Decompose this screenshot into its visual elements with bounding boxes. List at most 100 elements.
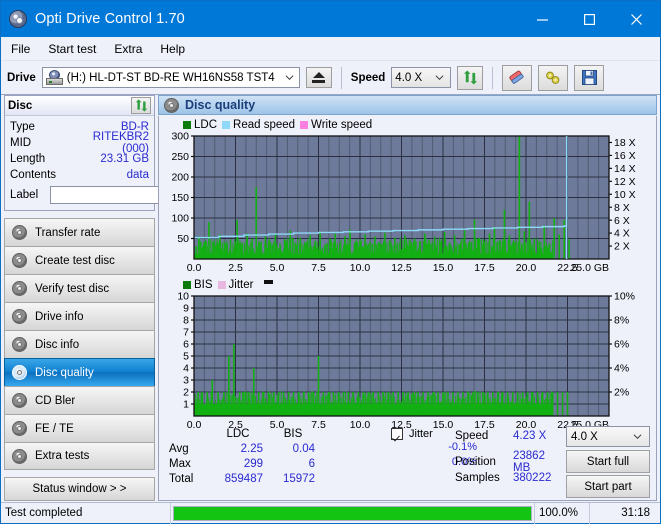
sidebar-item-cd-bler[interactable]: CD Bler <box>4 386 155 414</box>
sidebar-item-create-test-disc[interactable]: Create test disc <box>4 246 155 274</box>
jitter-checkbox[interactable] <box>391 427 403 440</box>
sidebar-item-label: FE / TE <box>35 422 74 435</box>
svg-text:15.0: 15.0 <box>433 262 454 274</box>
svg-text:16 X: 16 X <box>614 150 636 162</box>
jitter-label: Jitter <box>409 427 433 440</box>
start-part-button[interactable]: Start part <box>566 475 650 498</box>
svg-text:1: 1 <box>183 399 189 411</box>
disc-row-value: 23.31 GB <box>100 153 149 165</box>
sidebar-item-drive-info[interactable]: Drive info <box>4 302 155 330</box>
svg-text:150: 150 <box>171 192 189 204</box>
content-area: Disc Type BD-R MID RITEKBR2 (000) Length… <box>1 95 660 501</box>
svg-text:250: 250 <box>171 151 189 163</box>
run-position-value: 23862 MB <box>513 450 545 474</box>
menu-item-help[interactable]: Help <box>160 42 185 56</box>
disc-icon <box>12 253 27 268</box>
svg-text:20.0: 20.0 <box>516 262 537 274</box>
sidebar-item-verify-test-disc[interactable]: Verify test disc <box>4 274 155 302</box>
chevron-down-icon <box>435 73 444 82</box>
menu-item-start-test[interactable]: Start test <box>48 42 96 56</box>
legend-ldc: LDC <box>183 119 217 131</box>
start-full-button[interactable]: Start full <box>566 450 650 473</box>
svg-text:8%: 8% <box>614 315 629 327</box>
svg-text:12.5: 12.5 <box>391 262 412 274</box>
tools-button[interactable] <box>538 64 569 91</box>
legend-label: Write speed <box>311 119 373 131</box>
legend-bis: BIS <box>183 279 213 291</box>
disc-row-key: Contents <box>10 169 57 181</box>
legend-swatch-jitter <box>217 281 226 289</box>
svg-text:8: 8 <box>183 315 189 327</box>
sidebar-item-label: Disc quality <box>35 366 94 379</box>
sidebar-item-label: Transfer rate <box>35 226 101 239</box>
svg-text:5.0: 5.0 <box>270 262 285 274</box>
svg-text:3: 3 <box>183 375 189 387</box>
run-position-label: Position <box>455 456 496 468</box>
run-speed-value: 4.23 X <box>513 430 547 442</box>
bis-chart: 123456789102%4%6%8%10%0.0 2.5 5.0 7.5 10.0 12… <box>177 292 635 431</box>
test-speed-select[interactable]: 4.0 X <box>566 426 650 447</box>
save-icon <box>581 70 597 85</box>
menu-item-file[interactable]: File <box>11 42 30 56</box>
jitter-marker-icon <box>264 280 274 284</box>
svg-text:100: 100 <box>171 213 189 225</box>
speed-select-value: 4.0 X <box>395 71 423 84</box>
svg-text:2 X: 2 X <box>614 241 630 253</box>
legend-swatch-write-speed <box>300 121 309 129</box>
maximize-icon[interactable] <box>566 1 613 37</box>
disc-refresh-button[interactable] <box>131 97 151 114</box>
disc-icon <box>164 97 179 113</box>
eject-button[interactable] <box>305 67 332 88</box>
sidebar-item-fe-te[interactable]: FE / TE <box>4 414 155 442</box>
app-window: Opti Drive Control 1.70 File Start test … <box>0 0 661 524</box>
cell-ldc: 299 <box>243 457 263 470</box>
legend-label: LDC <box>194 119 218 131</box>
disc-row-key: MID <box>10 137 32 149</box>
minimize-icon[interactable] <box>519 1 566 37</box>
legend-label: BIS <box>194 279 213 291</box>
status-bar: Test completed 100.0% 31:18 <box>1 502 660 524</box>
svg-text:7: 7 <box>183 327 189 339</box>
svg-text:0.0: 0.0 <box>187 262 202 274</box>
drive-select[interactable]: (H:) HL-DT-ST BD-RE WH16NS58 TST4 <box>41 67 300 88</box>
status-window-button[interactable]: Status window > > <box>4 477 155 501</box>
table-header-row: LDC BIS <box>165 426 319 441</box>
menu-item-extra[interactable]: Extra <box>114 42 142 56</box>
disc-icon <box>12 281 27 296</box>
legend-write-speed: Write speed <box>300 119 372 131</box>
divider <box>340 66 342 89</box>
disc-quality-header: Disc quality <box>158 95 657 115</box>
save-button[interactable] <box>574 64 605 91</box>
sidebar-item-transfer-rate[interactable]: Transfer rate <box>4 218 155 246</box>
sidebar-item-disc-info[interactable]: Disc info <box>4 330 155 358</box>
table-row: Max 299 6 <box>165 456 319 471</box>
svg-text:25.0 GB: 25.0 GB <box>570 262 609 274</box>
erase-button[interactable] <box>502 64 533 91</box>
cell-bis: 0.04 <box>292 442 315 455</box>
sidebar-item-extra-tests[interactable]: Extra tests <box>4 442 155 470</box>
progress-track <box>173 505 532 521</box>
svg-text:2%: 2% <box>614 387 629 399</box>
disc-icon <box>12 448 27 464</box>
refresh-button[interactable] <box>457 65 484 90</box>
menu-bar: File Start test Extra Help <box>1 37 660 61</box>
disc-row-contents: Contents data <box>10 167 149 183</box>
svg-text:4: 4 <box>183 363 189 375</box>
close-icon[interactable] <box>613 1 660 37</box>
bottom-chart-legend: BIS Jitter <box>159 278 656 292</box>
row-label: Avg <box>169 442 189 455</box>
speed-select[interactable]: 4.0 X <box>391 67 452 88</box>
disc-row-value: RITEKBR2 (000) <box>92 131 149 155</box>
erase-icon <box>509 70 524 84</box>
svg-text:300: 300 <box>171 132 189 143</box>
ldc-chart: 50 100 150 200 250 300 2 X4 X6 X8 X10 X12 X14 … <box>171 132 636 274</box>
col-header-bis: BIS <box>283 427 303 440</box>
progress-fill <box>174 506 531 520</box>
run-samples-value: 380222 <box>513 472 552 484</box>
svg-text:9: 9 <box>183 303 189 315</box>
svg-text:2.5: 2.5 <box>228 262 243 274</box>
sidebar-item-disc-quality[interactable]: Disc quality <box>4 358 155 386</box>
disc-row-value: data <box>126 169 149 181</box>
sidebar-item-label: Drive info <box>35 310 84 323</box>
disc-icon <box>12 365 27 380</box>
